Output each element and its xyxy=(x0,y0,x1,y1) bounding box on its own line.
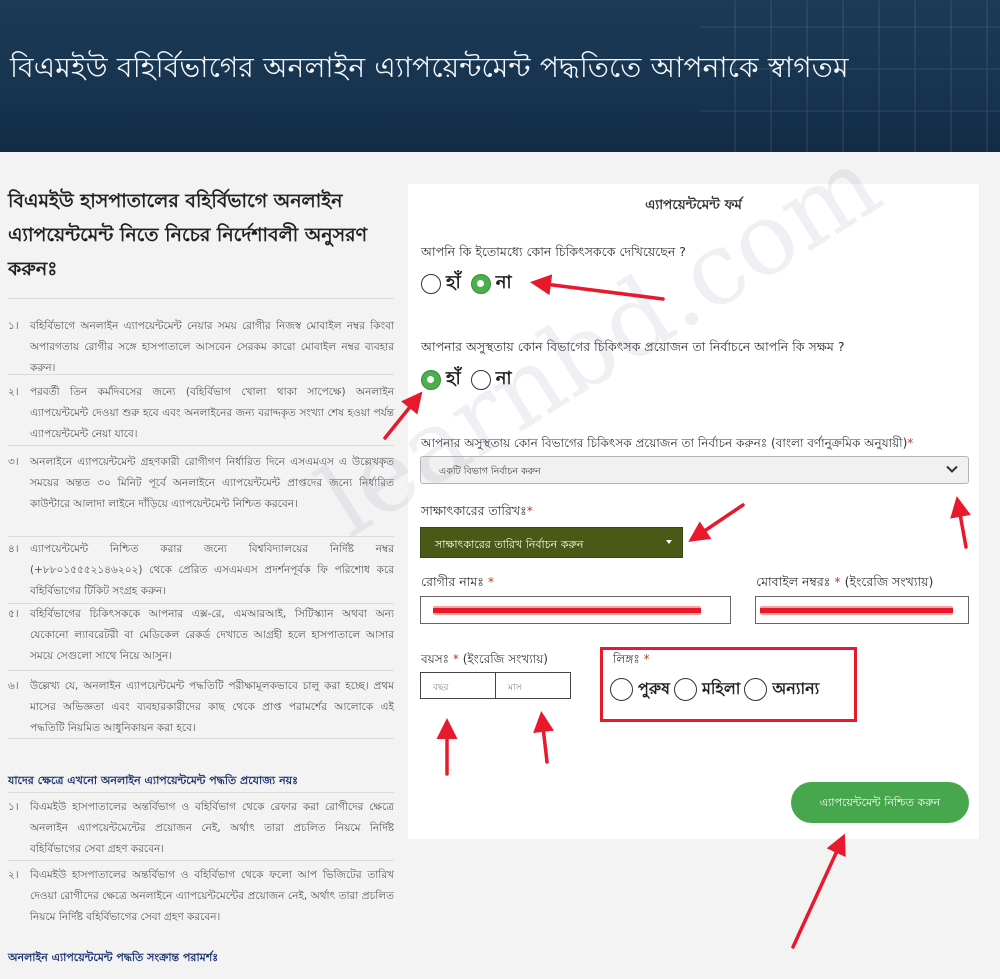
date-picker-label: সাক্ষাৎকারের তারিখ নির্বাচন করুন xyxy=(435,538,584,551)
divider xyxy=(8,738,394,739)
patient-name-label: রোগীর নামঃ * xyxy=(421,574,495,589)
header-banner: বিএমইউ বহির্বিভাগের অনলাইন এ্যাপয়েন্টমে… xyxy=(0,0,1000,152)
annotation-highlight-box xyxy=(600,647,857,722)
not-applicable-item: ১। বিএমইউ হাসপাতালের অন্তর্বিভাগ ও বহির্… xyxy=(8,801,394,855)
divider xyxy=(8,445,394,446)
not-applicable-item: ২। বিএমইউ হাসপাতালের অন্তর্বিভাগ ও বহির্… xyxy=(8,869,394,923)
date-picker-button[interactable]: সাক্ষাৎকারের তারিখ নির্বাচন করুন xyxy=(420,527,683,558)
form-title: এ্যাপয়েন্টমেন্ট ফর্ম xyxy=(645,197,742,213)
age-year-input[interactable]: বছর xyxy=(420,672,496,699)
q1-no-label: না xyxy=(495,272,512,293)
redaction-mark xyxy=(433,606,701,615)
instructions-heading: বিএমইউ হাসপাতালের বহির্বিভাগে অনলাইন এ্য… xyxy=(8,190,368,280)
confirm-appointment-button[interactable]: এ্যাপয়েন্টমেন্ট নিশ্চিত করুন xyxy=(791,782,969,823)
divider xyxy=(8,860,394,861)
age-month-input[interactable]: মাস xyxy=(495,672,571,699)
divider xyxy=(8,670,394,671)
instruction-item: ১। বহির্বিভাগে অনলাইন এ্যাপয়েন্টমেন্ট ন… xyxy=(8,320,394,374)
divider xyxy=(8,536,394,537)
instruction-item: ২। পরবর্তী তিন কর্মদিবসের জন্যে (বহির্বি… xyxy=(8,386,394,440)
divider xyxy=(8,792,394,793)
q2-yes-radio[interactable] xyxy=(421,369,441,390)
divider xyxy=(8,298,394,299)
q2-label: আপনার অসুস্থতায় কোন বিভাগের চিকিৎসক প্র… xyxy=(421,339,845,354)
q2-no-radio[interactable] xyxy=(470,369,491,390)
chevron-down-icon xyxy=(946,465,958,473)
divider xyxy=(8,374,394,375)
q1-radio-group: হাঁ না xyxy=(421,268,522,299)
instruction-item: ৪। এ্যাপয়েন্টমেন্ট নিশ্চিত করার জন্যে ব… xyxy=(8,543,394,597)
age-label: বয়সঃ * (ইংরেজি সংখ্যায়) xyxy=(421,652,548,666)
q1-yes-label: হাঁ xyxy=(446,272,461,293)
advice-heading: অনলাইন এ্যাপয়েন্টমেন্ট পদ্ধতি সংক্রান্ত… xyxy=(8,951,219,964)
date-label: সাক্ষাৎকারের তারিখঃ* xyxy=(421,503,534,518)
page-title: বিএমইউ বহির্বিভাগের অনলাইন এ্যাপয়েন্টমে… xyxy=(10,51,849,84)
q2-yes-label: হাঁ xyxy=(446,368,461,389)
caret-down-icon xyxy=(666,540,672,544)
instructions-panel: বিএমইউ হাসপাতালের বহির্বিভাগে অনলাইন এ্য… xyxy=(0,152,395,979)
instruction-item: ৩। অনলাইনে এ্যাপয়েন্টমেন্ট গ্রহণকারী রো… xyxy=(8,456,394,510)
q2-radio-group: হাঁ না xyxy=(421,364,522,395)
department-label: আপনার অসুস্থতায় কোন বিভাগের চিকিৎসক প্র… xyxy=(421,436,914,450)
q2-no-label: না xyxy=(495,368,512,389)
q1-no-radio[interactable] xyxy=(470,273,491,294)
instruction-item: ৬। উল্লেখ্য যে, অনলাইন এ্যাপয়েন্টমেন্ট … xyxy=(8,680,394,734)
department-select-value: একটি বিভাগ নির্বাচন করুন xyxy=(439,466,541,477)
mobile-label: মোবাইল নম্বরঃ * (ইংরেজি সংখ্যায়) xyxy=(756,574,934,589)
q1-label: আপনি কি ইতোমধ্যে কোন চিকিৎসককে দেখিয়েছে… xyxy=(421,244,686,259)
arrow-annotation xyxy=(791,833,846,949)
not-applicable-heading: যাদের ক্ষেত্রে এখনো অনলাইন এ্যাপয়েন্টমে… xyxy=(8,774,298,787)
redaction-mark xyxy=(760,606,953,615)
department-select[interactable]: একটি বিভাগ নির্বাচন করুন xyxy=(420,456,969,484)
q1-yes-radio[interactable] xyxy=(421,273,441,294)
instruction-item: ৫। বহির্বিভাগের চিকিৎসককে আপনার এক্স-রে,… xyxy=(8,608,394,662)
